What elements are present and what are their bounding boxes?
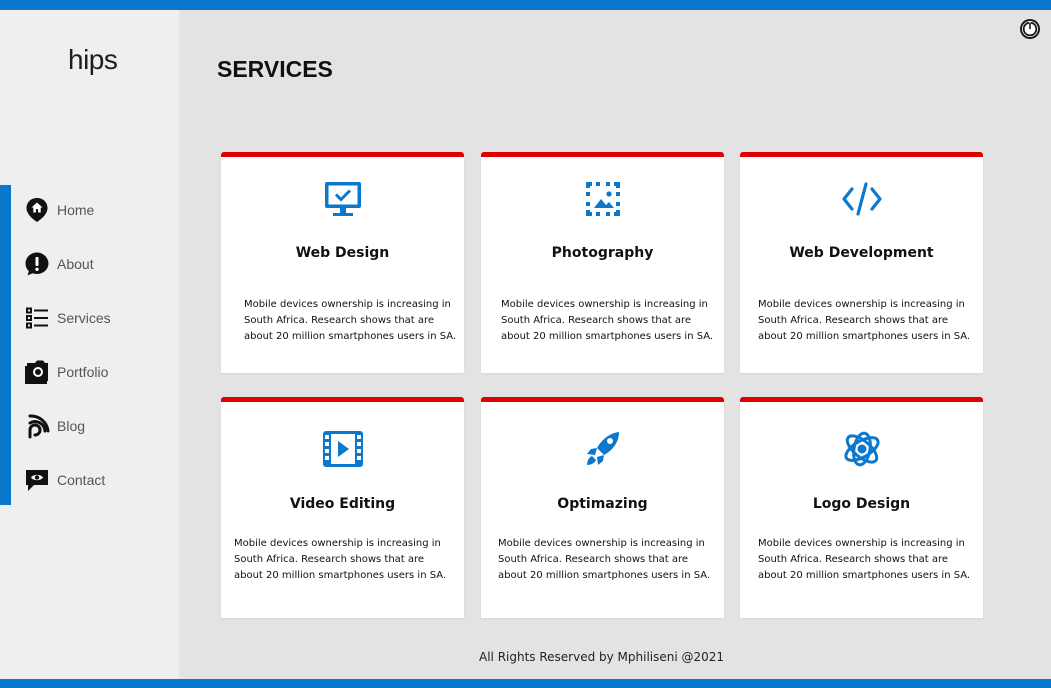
rss-icon: [24, 413, 50, 439]
atom-logo-icon: [840, 427, 884, 471]
logo[interactable]: hips: [68, 44, 118, 76]
film-play-icon: [321, 427, 365, 471]
nav-label-services: Services: [57, 310, 111, 326]
nav-label-home: Home: [57, 202, 95, 218]
card-description: Mobile devices ownership is increasing i…: [244, 299, 457, 342]
bottom-accent-bar: [0, 679, 1051, 688]
service-card-video-editing[interactable]: Video Editing Mobile devices ownership i…: [221, 397, 464, 618]
nav-item-about[interactable]: About: [24, 249, 94, 279]
nav-label-portfolio: Portfolio: [57, 364, 109, 380]
card-title: Photography: [551, 245, 654, 261]
nav-item-portfolio[interactable]: Portfolio: [24, 357, 108, 387]
card-description: Mobile devices ownership is increasing i…: [498, 538, 711, 581]
nav-item-contact[interactable]: Contact: [24, 465, 105, 495]
image-frame-icon: [581, 177, 625, 221]
card-title: Video Editing: [289, 496, 396, 512]
nav-label-contact: Contact: [57, 472, 106, 488]
card-description: Mobile devices ownership is increasing i…: [501, 299, 714, 342]
nav-label-blog: Blog: [57, 418, 86, 434]
monitor-check-icon: [321, 177, 365, 221]
nav-accent-bar: [0, 185, 11, 505]
exclamation-icon: [24, 251, 50, 277]
card-description: Mobile devices ownership is increasing i…: [758, 299, 971, 342]
sidebar: hips Home About Services Portfolio Blog: [0, 10, 179, 679]
code-icon: [840, 177, 884, 221]
power-icon: [1020, 19, 1040, 39]
top-accent-bar: [0, 0, 1051, 10]
service-card-web-design[interactable]: Web Design Mobile devices ownership is i…: [221, 152, 464, 373]
service-card-optimazing[interactable]: Optimazing Mobile devices ownership is i…: [481, 397, 724, 618]
home-pin-icon: [24, 197, 50, 223]
service-card-logo-design[interactable]: Logo Design Mobile devices ownership is …: [740, 397, 983, 618]
card-description: Mobile devices ownership is increasing i…: [234, 538, 447, 581]
nav-label-about: About: [57, 256, 94, 272]
list-icon: [24, 305, 50, 331]
card-title: Web Design: [295, 245, 390, 261]
card-title: Logo Design: [812, 496, 911, 512]
card-title: Web Development: [789, 245, 934, 261]
card-title: Optimazing: [557, 496, 648, 512]
chat-eye-icon: [24, 467, 50, 493]
nav-item-services[interactable]: Services: [24, 303, 111, 333]
camera-icon: [24, 359, 50, 385]
card-description: Mobile devices ownership is increasing i…: [758, 538, 971, 581]
page-title: SERVICES: [217, 56, 333, 82]
service-card-web-development[interactable]: Web Development Mobile devices ownership…: [740, 152, 983, 373]
power-button[interactable]: [1019, 18, 1041, 40]
service-card-photography[interactable]: Photography Mobile devices ownership is …: [481, 152, 724, 373]
footer-copyright: All Rights Reserved by Mphiliseni @2021: [479, 650, 725, 664]
rocket-icon: [581, 427, 625, 471]
nav-item-home[interactable]: Home: [24, 195, 94, 225]
nav-item-blog[interactable]: Blog: [24, 411, 85, 441]
